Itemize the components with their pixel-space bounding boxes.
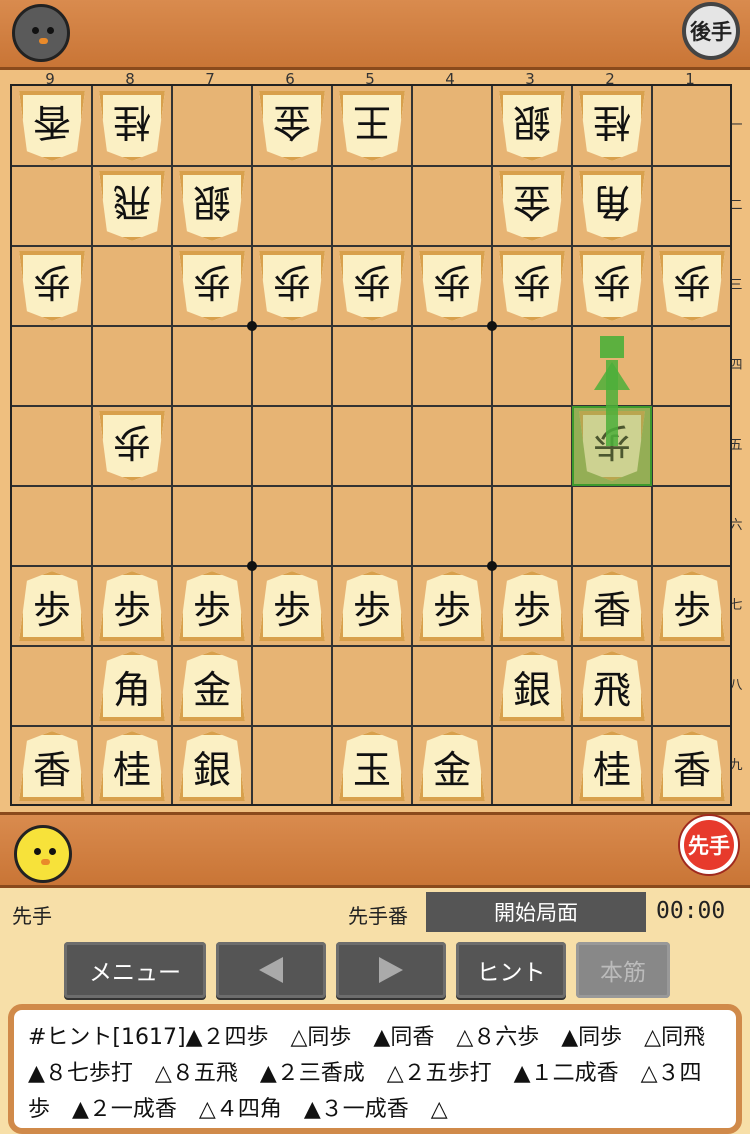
hint-text-box: #ヒント[1617]▲２四歩 △同歩 ▲同香 △８六歩 ▲同歩 △同飛 ▲８七歩… xyxy=(8,1004,742,1134)
gote-turn-badge: 後手 xyxy=(682,2,740,60)
position-label: 開始局面 xyxy=(426,892,646,932)
status-row: 先手 先手番 開始局面 00:00 xyxy=(0,890,750,936)
right-triangle-icon xyxy=(379,957,403,983)
gote-avatar-chick-icon xyxy=(12,4,70,62)
left-triangle-icon xyxy=(259,957,283,983)
arrow-head xyxy=(594,362,630,390)
turn-label: 先手番 xyxy=(348,904,408,928)
sente-turn-badge: 先手 xyxy=(680,816,738,874)
sente-avatar-chick-icon xyxy=(14,825,72,883)
button-row: メニュー ヒント 本筋 xyxy=(0,942,750,1000)
prev-move-button[interactable] xyxy=(216,942,326,998)
hint-button[interactable]: ヒント xyxy=(456,942,566,998)
hint-arrow-icon xyxy=(594,336,630,446)
shogi-board[interactable]: 香桂金王銀桂飛銀金角歩歩歩歩歩歩歩歩歩歩歩歩歩歩歩歩歩香歩角金銀飛香桂銀玉金桂香 xyxy=(10,84,732,806)
clock-display: 00:00 xyxy=(656,898,726,924)
main-line-button[interactable]: 本筋 xyxy=(576,942,670,998)
gote-tray: 後手 xyxy=(0,0,750,70)
sente-tray xyxy=(0,812,750,888)
menu-button[interactable]: メニュー xyxy=(64,942,206,998)
player-label: 先手 xyxy=(12,904,52,928)
hint-to-marker xyxy=(600,336,624,358)
next-move-button[interactable] xyxy=(336,942,446,998)
board-area: 987654321 一二三四五六七八九 香桂金王銀桂飛銀金角歩歩歩歩歩歩歩歩歩歩… xyxy=(0,70,750,812)
